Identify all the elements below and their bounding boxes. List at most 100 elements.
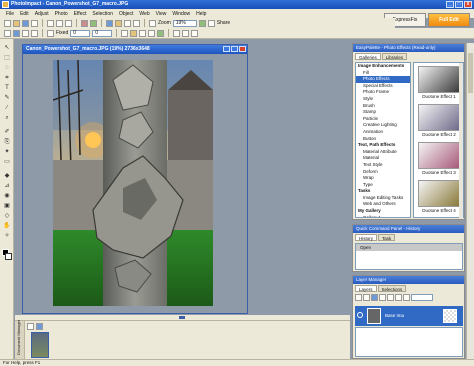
path-tool-icon[interactable]: ✎	[3, 95, 11, 102]
history-item[interactable]: Open	[356, 244, 462, 251]
save-icon[interactable]	[22, 19, 29, 27]
options-2-icon[interactable]	[191, 29, 199, 37]
layer-new-icon[interactable]	[355, 294, 362, 301]
document-manager-tab[interactable]: Document Manager	[15, 320, 25, 361]
full-edit-button[interactable]: Full Edit	[428, 13, 470, 27]
menu-file[interactable]: File	[6, 11, 14, 17]
redo-icon[interactable]	[90, 19, 97, 27]
clone-tool-icon[interactable]: ⎘	[3, 139, 11, 146]
tree-item[interactable]: Style	[356, 96, 410, 103]
tree-item[interactable]: Particle	[356, 116, 410, 123]
tree-item[interactable]: Gallery 1	[356, 215, 410, 217]
doc-close-button[interactable]	[239, 46, 246, 52]
tab-history[interactable]: History	[355, 234, 378, 241]
minimize-button[interactable]: _	[446, 1, 454, 8]
doc-maximize-button[interactable]	[231, 46, 238, 52]
menu-photo[interactable]: Photo	[55, 11, 68, 17]
copy-icon[interactable]	[56, 19, 63, 27]
menu-view[interactable]: View	[156, 11, 167, 17]
retouch-tool-icon[interactable]: ✦	[3, 149, 11, 156]
magic-wand-icon[interactable]: ✧	[3, 233, 11, 240]
lasso-tool-icon[interactable]: ◌	[3, 65, 11, 72]
selection-add-icon[interactable]	[13, 29, 20, 37]
tab-layers[interactable]: Layers	[355, 285, 377, 292]
tree-item[interactable]: Wrap	[356, 175, 410, 182]
layer-lock-icon[interactable]	[379, 294, 386, 301]
tree-item[interactable]: Brush	[356, 103, 410, 110]
print-icon[interactable]	[31, 19, 38, 27]
tree-item[interactable]: Image Editing Tasks	[356, 195, 410, 202]
maximize-button[interactable]: □	[455, 1, 463, 8]
share-button[interactable]: Share	[217, 20, 230, 26]
magic-icon[interactable]	[198, 19, 206, 27]
panel-icon[interactable]	[182, 29, 190, 37]
mode-icon[interactable]	[130, 29, 138, 37]
cut-icon[interactable]	[47, 19, 54, 27]
menu-web[interactable]: Web	[139, 11, 149, 17]
brush-tool-icon[interactable]: ✐	[3, 129, 11, 136]
gallery-thumb[interactable]	[418, 66, 460, 93]
tree-item[interactable]: Photo Frame	[356, 89, 410, 96]
text-tool-icon[interactable]: T	[3, 85, 11, 92]
gallery-thumb[interactable]	[418, 142, 460, 169]
menu-edit[interactable]: Edit	[20, 11, 29, 17]
selection-new-icon[interactable]	[4, 29, 11, 37]
tree-item[interactable]: Photo Effects	[356, 76, 410, 83]
antialias-icon[interactable]	[173, 29, 181, 37]
scrollbar-thumb[interactable]	[468, 53, 473, 93]
layer-blend-icon[interactable]	[403, 294, 410, 301]
selection-intersect-icon[interactable]	[31, 29, 38, 37]
tree-item[interactable]: Creative Lighting	[356, 122, 410, 129]
layer-mask-icon[interactable]	[371, 294, 378, 301]
zoom-tool-icon[interactable]: ⌕	[3, 115, 11, 122]
menu-selection[interactable]: Selection	[92, 11, 113, 17]
tree-category[interactable]: My Gallery	[356, 208, 410, 215]
layer-mode-dropdown[interactable]	[411, 294, 433, 301]
line-tool-icon[interactable]: ∕	[3, 105, 11, 112]
shape-tool-icon[interactable]: ◇	[3, 213, 11, 220]
crop-tool-icon[interactable]: ⌗	[3, 75, 11, 82]
fixed-width-field[interactable]: 0	[70, 29, 91, 37]
tree-item[interactable]: Stamp	[356, 109, 410, 116]
tree-item[interactable]: Fill	[356, 70, 410, 77]
filmstrip-view-icon[interactable]	[27, 323, 34, 330]
splitter-grip[interactable]	[179, 316, 185, 319]
tree-category[interactable]: Tasks	[356, 188, 410, 195]
new-file-icon[interactable]	[4, 19, 11, 27]
tree-item[interactable]: Text Style	[356, 162, 410, 169]
tree-item[interactable]: Material Attribute	[356, 149, 410, 156]
tab-libraries[interactable]: Libraries	[381, 53, 408, 60]
tree-category[interactable]: Text, Path Effects	[356, 142, 410, 149]
soft-edge-icon[interactable]	[121, 29, 129, 37]
layer-row[interactable]: Base Ima	[355, 306, 463, 326]
doc-minimize-button[interactable]	[223, 46, 230, 52]
tree-item[interactable]: Deform	[356, 169, 410, 176]
close-button[interactable]: x	[464, 1, 472, 8]
tab-galleries[interactable]: Galleries	[355, 53, 381, 60]
tab-selections[interactable]: Selections	[377, 285, 407, 292]
layer-delete-icon[interactable]	[363, 294, 370, 301]
menu-effect[interactable]: Effect	[74, 11, 87, 17]
tree-item[interactable]: Button	[356, 136, 410, 143]
paste-icon[interactable]	[65, 19, 72, 27]
menu-help[interactable]: Help	[196, 11, 206, 17]
redeye-tool-icon[interactable]: ◉	[3, 193, 11, 200]
canvas-area[interactable]	[23, 54, 247, 313]
menu-window[interactable]: Window	[172, 11, 190, 17]
layer-properties-icon[interactable]	[395, 294, 402, 301]
tree-item[interactable]: Material	[356, 155, 410, 162]
selection-subtract-icon[interactable]	[22, 29, 29, 37]
undo-icon[interactable]	[81, 19, 88, 27]
tree-item[interactable]: Type	[356, 182, 410, 189]
tree-item[interactable]: Special Effects	[356, 83, 410, 90]
menu-adjust[interactable]: Adjust	[35, 11, 49, 17]
tab-task[interactable]: Task	[378, 234, 396, 241]
tree-category[interactable]: Image Enhancements	[356, 63, 410, 70]
preset-icon[interactable]	[157, 29, 165, 37]
stamp-tool-icon[interactable]: ▣	[3, 203, 11, 210]
tree-item[interactable]: Web and Others	[356, 201, 410, 208]
marquee-tool-icon[interactable]: ⬚	[3, 55, 11, 62]
fixed-height-field[interactable]: 0	[92, 29, 113, 37]
gallery-thumb[interactable]	[418, 104, 460, 131]
eyedropper-tool-icon[interactable]: ⊿	[3, 183, 11, 190]
